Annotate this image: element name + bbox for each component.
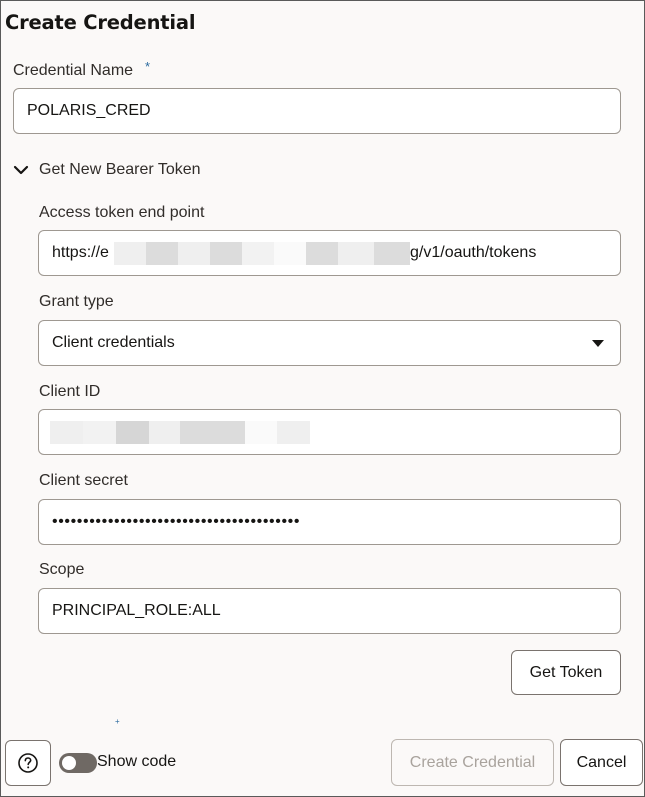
access-token-endpoint-label: Access token end point: [39, 204, 205, 221]
create-credential-button[interactable]: Create Credential: [391, 739, 554, 786]
get-new-bearer-token-label: Get New Bearer Token: [39, 161, 201, 178]
dialog-title: Create Credential: [5, 11, 196, 34]
redacted-endpoint-block: [338, 242, 374, 265]
client-secret-input[interactable]: ••••••••••••••••••••••••••••••••••••••••: [38, 499, 621, 545]
credential-name-value: POLARIS_CRED: [27, 102, 151, 119]
show-code-label: Show code: [97, 753, 177, 770]
create-credential-dialog: Create Credential Credential Name * POLA…: [0, 0, 645, 797]
required-marker: *: [145, 59, 151, 74]
credential-name-input[interactable]: POLARIS_CRED: [13, 88, 621, 134]
show-code-switch[interactable]: [59, 753, 97, 773]
redacted-client-id-block: [245, 421, 277, 444]
redacted-endpoint-block: [146, 242, 178, 265]
grant-type-select[interactable]: Client credentials: [38, 320, 621, 366]
question-circle-icon: [18, 753, 38, 773]
redacted-endpoint-block: [178, 242, 210, 265]
client-secret-label: Client secret: [39, 472, 128, 489]
get-token-button[interactable]: Get Token: [511, 650, 621, 695]
access-token-endpoint-input[interactable]: https://e g/v1/oauth/tokens: [38, 230, 621, 276]
redacted-client-id-block: [180, 421, 245, 444]
chevron-down-icon: [13, 165, 29, 175]
scope-value: PRINCIPAL_ROLE:ALL: [52, 602, 221, 619]
scope-input[interactable]: PRINCIPAL_ROLE:ALL: [38, 588, 621, 634]
redacted-client-id-block: [149, 421, 180, 444]
redacted-client-id-block: [50, 421, 83, 444]
endpoint-value-prefix: https://e: [52, 244, 109, 261]
grant-type-label: Grant type: [39, 293, 114, 310]
redacted-client-id-block: [83, 421, 116, 444]
small-marker: +: [115, 717, 120, 726]
redacted-client-id-block: [116, 421, 149, 444]
redacted-endpoint-block: [374, 242, 410, 265]
redacted-endpoint-block: [114, 242, 146, 265]
help-button[interactable]: [5, 740, 51, 786]
cancel-button[interactable]: Cancel: [560, 739, 643, 786]
client-id-input[interactable]: [38, 409, 621, 455]
scope-label: Scope: [39, 561, 85, 578]
redacted-client-id-block: [277, 421, 310, 444]
endpoint-value-suffix: g/v1/oauth/tokens: [410, 244, 537, 261]
redacted-endpoint-block: [274, 242, 306, 265]
redacted-endpoint-block: [242, 242, 274, 265]
grant-type-value: Client credentials: [52, 334, 175, 351]
switch-knob: [62, 756, 76, 770]
dropdown-caret-icon: [592, 340, 604, 347]
client-id-label: Client ID: [39, 383, 101, 400]
client-secret-masked-value: ••••••••••••••••••••••••••••••••••••••••: [52, 513, 301, 530]
redacted-endpoint-block: [210, 242, 242, 265]
get-new-bearer-token-toggle[interactable]: Get New Bearer Token: [13, 161, 201, 179]
credential-name-label: Credential Name: [13, 62, 134, 79]
redacted-endpoint-block: [306, 242, 338, 265]
